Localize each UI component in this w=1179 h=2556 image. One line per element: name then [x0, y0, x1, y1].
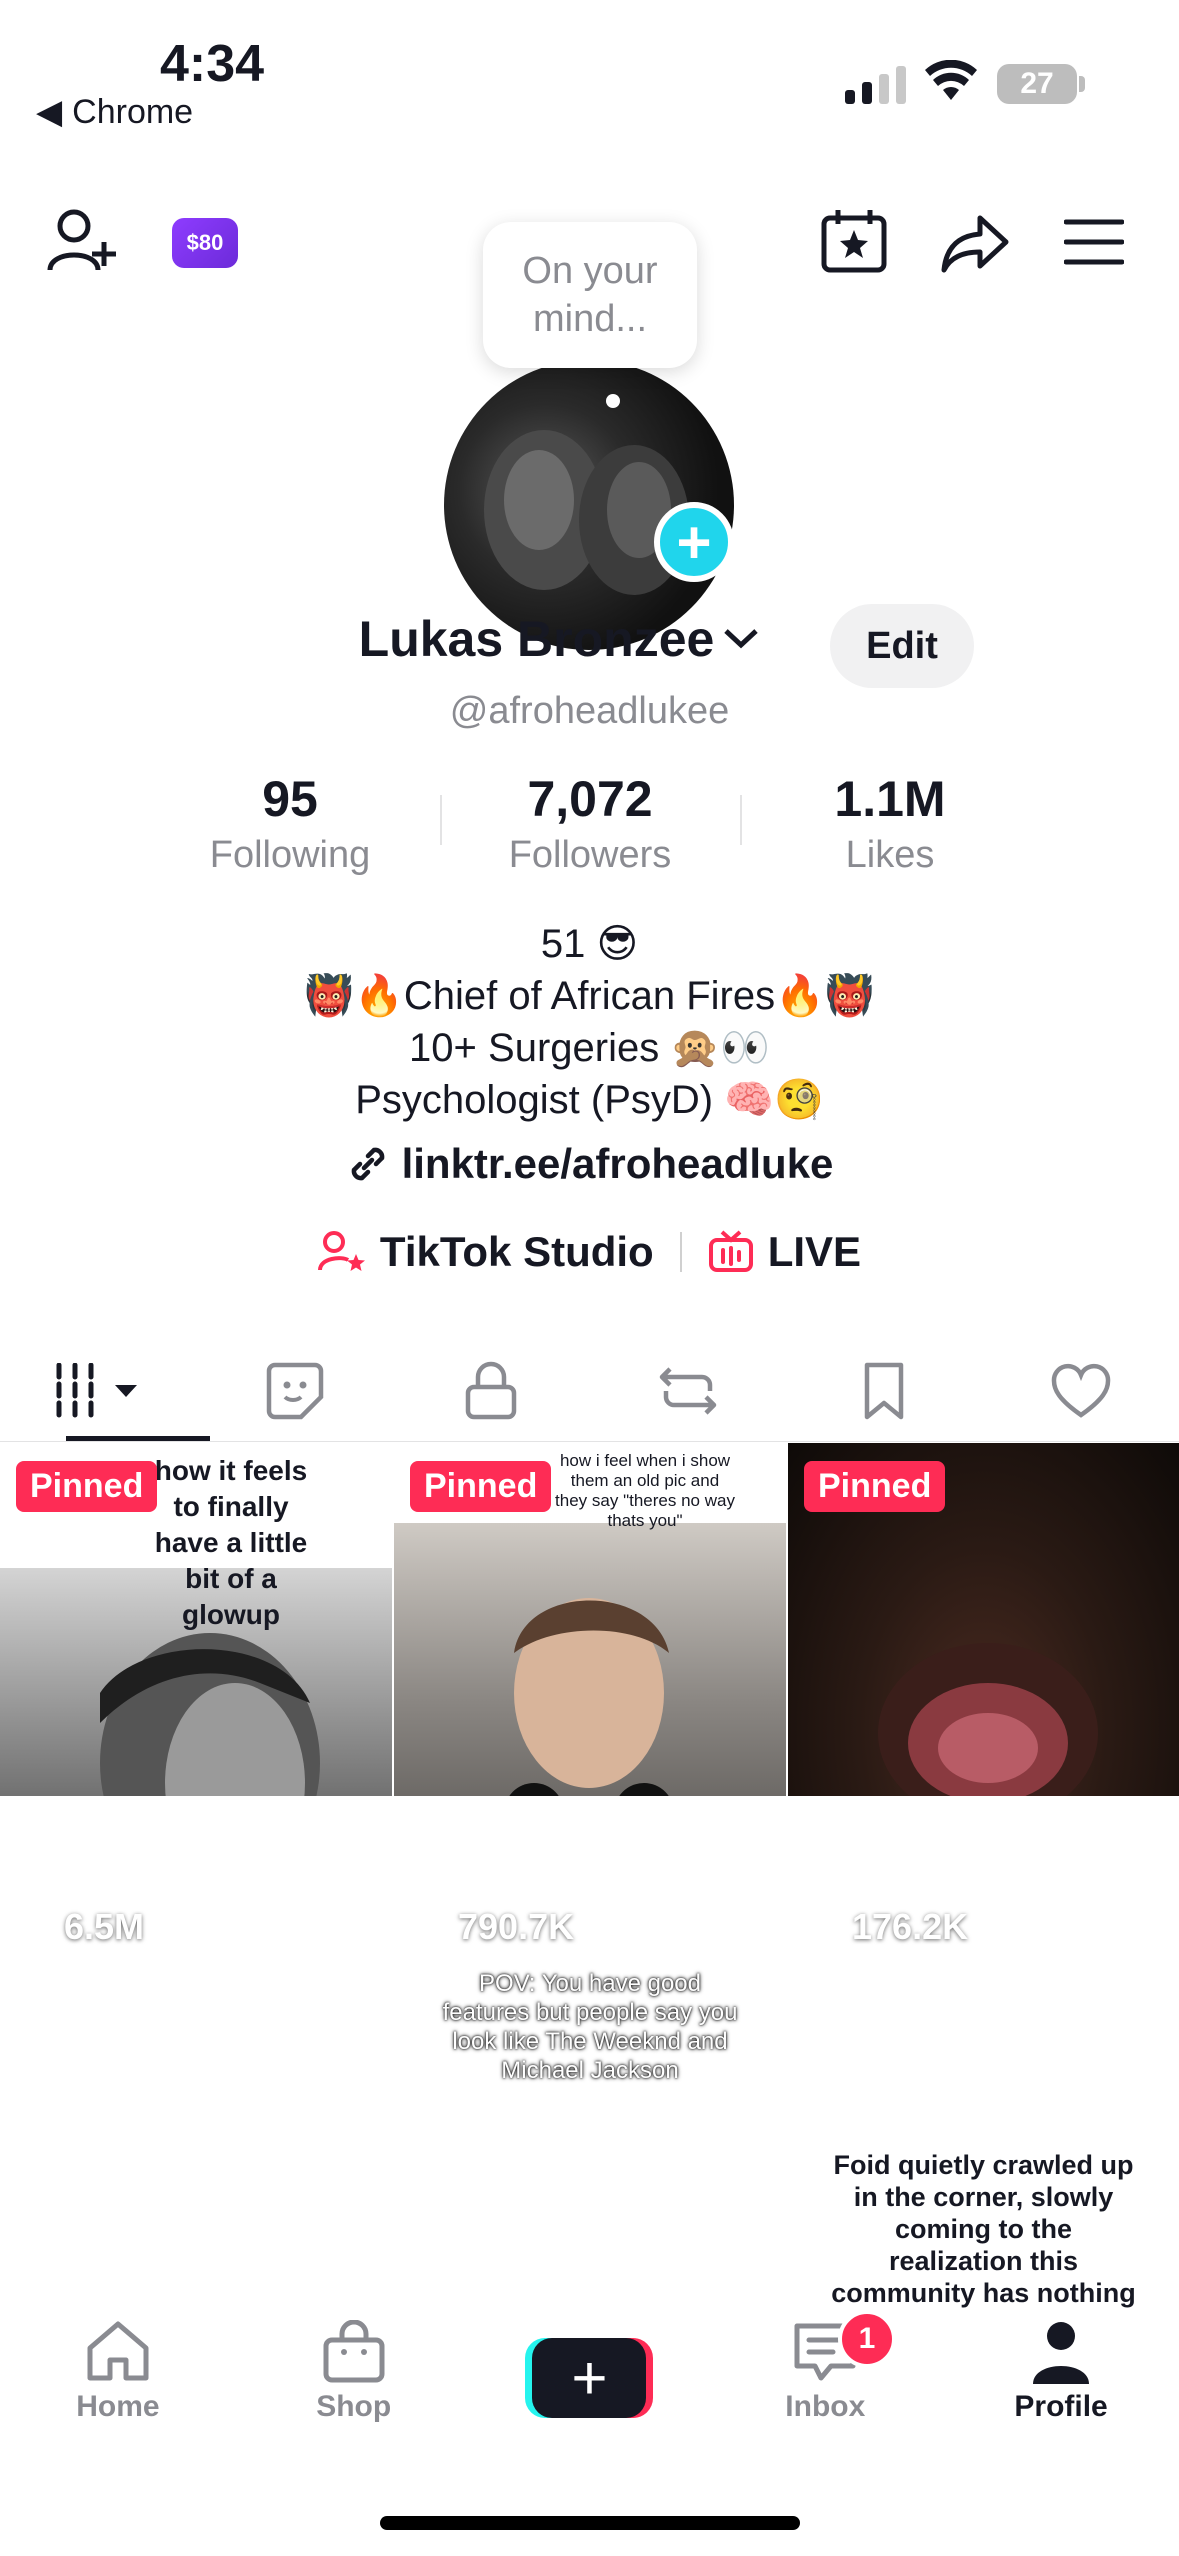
live-button[interactable]: LIVE — [708, 1228, 861, 1276]
battery-icon: 27 — [997, 64, 1077, 104]
pinned-badge: Pinned — [410, 1461, 552, 1512]
tab-private[interactable] — [393, 1340, 590, 1442]
play-icon — [808, 1910, 837, 1944]
view-count: 790.7K — [412, 1906, 574, 1948]
bio-line: Psychologist (PsyD) 🧠🧐 — [355, 1078, 824, 1122]
tab-videos[interactable] — [0, 1340, 197, 1442]
bottom-nav: Home Shop + Inbox Profile — [0, 2320, 1179, 2424]
home-indicator[interactable] — [380, 2516, 800, 2530]
pinned-badge: Pinned — [16, 1461, 158, 1512]
add-story-plus-icon[interactable]: + — [654, 502, 734, 582]
stat-label: Followers — [508, 834, 672, 876]
nav-inbox-label: Inbox — [785, 2390, 866, 2423]
link-icon — [351, 1147, 384, 1181]
bookmark-icon — [865, 1362, 904, 1420]
heart-icon — [1051, 1363, 1110, 1418]
video-caption: Foid quietly crawled up in the corner, s… — [818, 2143, 1149, 2312]
calendar-star-icon[interactable] — [820, 208, 888, 274]
inbox-notification-badge: 1 — [838, 2310, 896, 2368]
chevron-down-icon — [724, 629, 759, 649]
edit-profile-button[interactable]: Edit — [830, 604, 974, 688]
pinned-badge: Pinned — [804, 1461, 946, 1512]
wifi-icon — [925, 59, 977, 109]
tools-separator — [679, 1232, 682, 1272]
stat-value: 95 — [262, 771, 318, 827]
tab-reposts[interactable] — [590, 1340, 787, 1442]
nav-profile-label: Profile — [1014, 2390, 1108, 2423]
nav-home-label: Home — [76, 2390, 160, 2423]
profile-name: Lukas Bronzee — [358, 611, 715, 667]
stat-label: Likes — [845, 834, 935, 876]
profile-bio: 51 😎 👹🔥Chief of African Fires🔥👹 10+ Surg… — [0, 918, 1179, 1126]
view-count-text: 6.5M — [64, 1906, 145, 1947]
back-triangle-icon: ◀ — [36, 93, 63, 131]
battery-nub — [1079, 76, 1085, 92]
bio-line: 10+ Surgeries 🙊👀 — [409, 1026, 770, 1070]
tab-favorites[interactable] — [786, 1340, 983, 1442]
tabs-divider — [0, 1441, 1179, 1442]
stat-label: Following — [209, 834, 371, 876]
home-icon — [87, 2321, 149, 2381]
profile-person-icon — [1033, 2322, 1090, 2384]
nav-create[interactable]: + — [489, 2320, 689, 2418]
bio-link-text: linktr.ee/afroheadluke — [401, 1140, 834, 1187]
create-plus-icon: + — [525, 2338, 654, 2418]
tiktok-studio-label: TikTok Studio — [379, 1228, 654, 1275]
profile-stats: 95 Following 7,072 Followers 1.1M Likes — [140, 770, 1040, 877]
nav-shop-label: Shop — [316, 2390, 392, 2423]
status-time: 4:34 — [160, 35, 265, 93]
view-count: 176.2K — [806, 1906, 968, 1948]
studio-person-star-icon — [317, 1231, 365, 1271]
on-your-mind-bubble[interactable]: On your mind... — [483, 222, 697, 368]
add-friend-icon[interactable] — [46, 208, 120, 274]
play-icon — [414, 1910, 443, 1944]
bio-line: 👹🔥Chief of African Fires🔥👹 — [304, 974, 875, 1018]
creator-tools-row: TikTok Studio LIVE — [0, 1228, 1179, 1276]
back-to-app[interactable]: ◀ Chrome — [36, 92, 193, 132]
nav-home[interactable]: Home — [18, 2320, 218, 2424]
view-count-text: 176.2K — [852, 1906, 969, 1947]
coin-balance-badge[interactable]: $80 — [172, 218, 238, 268]
video-grid-dropdown-icon — [56, 1363, 138, 1418]
repost-icon — [659, 1367, 716, 1415]
stat-likes[interactable]: 1.1M Likes — [740, 770, 1040, 877]
stat-value: 7,072 — [527, 771, 653, 827]
stat-divider — [440, 795, 442, 845]
tab-liked[interactable] — [983, 1340, 1179, 1442]
nav-profile[interactable]: Profile — [961, 2320, 1161, 2424]
profile-content-tabs — [0, 1340, 1179, 1442]
menu-icon[interactable] — [1064, 218, 1124, 266]
video-caption: POV: You have good features but people s… — [442, 1970, 738, 2084]
cellular-signal-icon — [845, 60, 906, 104]
bubble-tail — [606, 394, 620, 408]
lock-icon — [466, 1361, 517, 1420]
tiktok-studio-button[interactable]: TikTok Studio — [317, 1228, 654, 1276]
share-icon[interactable] — [940, 214, 1010, 274]
view-count: 6.5M — [18, 1906, 144, 1948]
stat-value: 1.1M — [834, 771, 946, 827]
bio-line: 51 😎 — [540, 922, 639, 966]
bio-link[interactable]: linktr.ee/afroheadluke — [0, 1140, 1179, 1188]
tab-stickers[interactable] — [197, 1340, 394, 1442]
stat-divider — [740, 795, 742, 845]
stat-followers[interactable]: 7,072 Followers — [440, 770, 740, 877]
nav-shop[interactable]: Shop — [254, 2320, 454, 2424]
live-label: LIVE — [767, 1228, 862, 1275]
shopping-bag-icon — [323, 2320, 385, 2383]
profile-handle: @afroheadlukee — [449, 690, 730, 732]
view-count-text: 790.7K — [458, 1906, 575, 1947]
stat-following[interactable]: 95 Following — [140, 770, 440, 877]
play-icon — [20, 1910, 49, 1944]
back-app-label: Chrome — [72, 92, 194, 131]
live-tv-icon — [708, 1230, 753, 1272]
profile-name-row[interactable]: Lukas Bronzee — [0, 610, 1179, 668]
sticker-face-icon — [266, 1362, 323, 1420]
